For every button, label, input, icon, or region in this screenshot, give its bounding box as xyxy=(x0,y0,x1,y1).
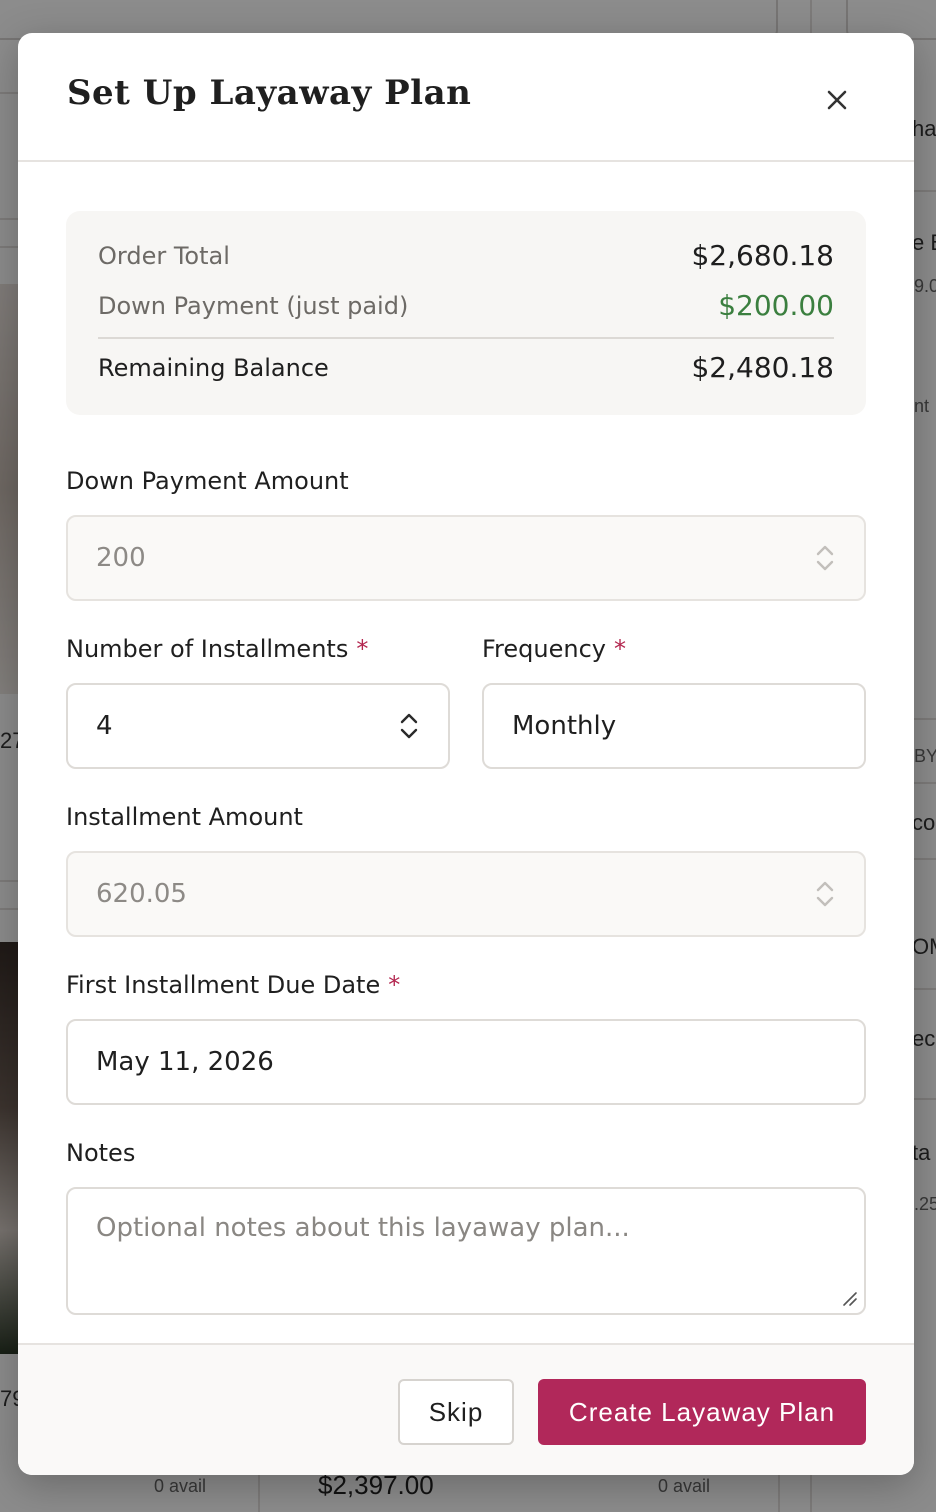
order-total-row: Order Total $2,680.18 xyxy=(98,239,834,272)
notes-placeholder: Optional notes about this layaway plan..… xyxy=(96,1213,630,1243)
down-payment-paid-label: Down Payment (just paid) xyxy=(98,291,409,320)
stepper-icon xyxy=(814,876,836,912)
required-mark: * xyxy=(356,635,369,663)
down-payment-amount-label: Down Payment Amount xyxy=(66,467,349,495)
remaining-balance-value: $2,480.18 xyxy=(691,351,834,384)
order-total-value: $2,680.18 xyxy=(691,239,834,272)
installment-amount-input: 620.05 xyxy=(66,851,866,937)
down-payment-row: Down Payment (just paid) $200.00 xyxy=(98,289,834,322)
required-mark: * xyxy=(388,971,401,999)
first-due-date-label: First Installment Due Date * xyxy=(66,971,401,999)
create-layaway-plan-button[interactable]: Create Layaway Plan xyxy=(538,1379,866,1445)
required-mark: * xyxy=(613,635,626,663)
first-due-date-value: May 11, 2026 xyxy=(96,1047,274,1077)
down-payment-amount-input: 200 xyxy=(66,515,866,601)
frequency-label: Frequency * xyxy=(482,635,626,663)
notes-textarea[interactable]: Optional notes about this layaway plan..… xyxy=(66,1187,866,1315)
installment-amount-label: Installment Amount xyxy=(66,803,303,831)
summary-divider xyxy=(98,337,834,339)
modal-title: Set Up Layaway Plan xyxy=(67,73,472,113)
modal-footer: Skip Create Layaway Plan xyxy=(18,1343,914,1475)
installment-amount-value: 620.05 xyxy=(96,879,187,909)
close-icon xyxy=(827,90,847,110)
remaining-balance-label: Remaining Balance xyxy=(98,353,329,382)
remaining-balance-row: Remaining Balance $2,480.18 xyxy=(98,351,834,384)
order-total-label: Order Total xyxy=(98,241,230,270)
payment-summary: Order Total $2,680.18 Down Payment (just… xyxy=(66,211,866,415)
frequency-select[interactable]: Monthly xyxy=(482,683,866,769)
notes-label: Notes xyxy=(66,1139,136,1167)
close-button[interactable] xyxy=(820,83,854,117)
layaway-modal: Set Up Layaway Plan Order Total $2,680.1… xyxy=(18,33,914,1475)
down-payment-paid-value: $200.00 xyxy=(718,289,834,322)
installments-input[interactable]: 4 xyxy=(66,683,450,769)
down-payment-amount-value: 200 xyxy=(96,543,146,573)
modal-body: Order Total $2,680.18 Down Payment (just… xyxy=(66,211,866,1315)
installments-value: 4 xyxy=(96,711,113,741)
stepper-icon[interactable] xyxy=(398,708,420,744)
resize-handle-icon[interactable] xyxy=(840,1289,858,1307)
first-due-date-input[interactable]: May 11, 2026 xyxy=(66,1019,866,1105)
stepper-icon xyxy=(814,540,836,576)
modal-header: Set Up Layaway Plan xyxy=(18,33,914,162)
frequency-value: Monthly xyxy=(512,711,617,741)
skip-button[interactable]: Skip xyxy=(398,1379,514,1445)
installments-label: Number of Installments * xyxy=(66,635,369,663)
